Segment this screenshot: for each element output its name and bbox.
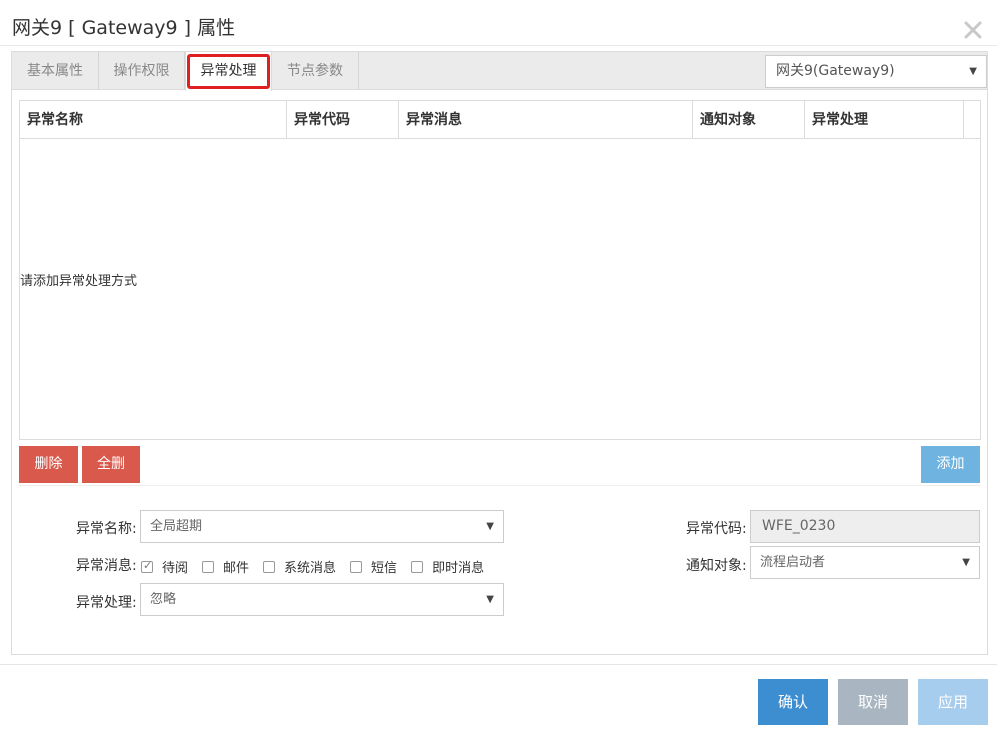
caret-down-icon: ▼ (969, 66, 977, 77)
exception-message-options: 待阅 邮件 系统消息 短信 即时消息 (141, 557, 498, 576)
exception-name-label: 异常名称: (76, 521, 137, 537)
checkbox-label: 待阅 (162, 561, 189, 576)
exception-code-label: 异常代码: (686, 521, 747, 537)
checkbox-instant-message[interactable] (411, 560, 424, 573)
apply-button[interactable]: 应用 (918, 679, 988, 725)
column-header-exception-name[interactable]: 异常名称 (20, 101, 287, 139)
tab-basic-properties[interactable]: 基本属性 (12, 52, 99, 90)
checkbox-pending-read[interactable] (141, 559, 153, 573)
column-header-notify-target[interactable]: 通知对象 (693, 101, 805, 139)
confirm-button[interactable]: 确认 (758, 679, 828, 725)
exception-grid: 异常名称 异常代码 异常消息 通知对象 异常处理 请添加异常处理方式 (19, 100, 981, 440)
column-header-exception-message[interactable]: 异常消息 (399, 101, 693, 139)
tab-operation-permissions[interactable]: 操作权限 (99, 52, 185, 90)
caret-down-icon: ▼ (962, 557, 970, 568)
exception-name-value: 全局超期 (150, 519, 203, 534)
column-header-exception-handling[interactable]: 异常处理 (805, 101, 964, 139)
checkbox-label: 邮件 (223, 561, 250, 576)
column-header-exception-code[interactable]: 异常代码 (287, 101, 399, 139)
tab-exception-handling[interactable]: 异常处理 (185, 52, 272, 91)
exception-name-select[interactable]: 全局超期 ▼ (140, 510, 504, 543)
add-button[interactable]: 添加 (921, 446, 980, 483)
grid-header: 异常名称 异常代码 异常消息 通知对象 异常处理 (20, 101, 980, 139)
checkbox-label: 即时消息 (432, 561, 485, 576)
exception-handling-value: 忽略 (150, 592, 177, 607)
checkbox-label: 系统消息 (284, 561, 337, 576)
checkbox-label: 短信 (371, 561, 398, 576)
grid-empty-message: 请添加异常处理方式 (20, 274, 138, 289)
checkbox-sms[interactable] (350, 560, 363, 573)
notify-target-select[interactable]: 流程启动者 ▼ (750, 546, 980, 579)
exception-handling-select[interactable]: 忽略 ▼ (140, 583, 504, 616)
dialog-title: 网关9 [ Gateway9 ] 属性 (12, 17, 236, 39)
dialog-title-bar: 网关9 [ Gateway9 ] 属性 (0, 0, 997, 46)
section-divider (19, 485, 981, 486)
delete-all-button[interactable]: 全删 (82, 446, 140, 483)
notify-target-value: 流程启动者 (760, 555, 826, 570)
checkbox-email[interactable] (202, 560, 215, 573)
exception-message-label: 异常消息: (76, 558, 137, 574)
caret-down-icon: ▼ (486, 521, 494, 532)
exception-code-field: WFE_0230 (750, 510, 980, 543)
notify-target-label: 通知对象: (686, 558, 747, 574)
exception-handling-label: 异常处理: (76, 595, 137, 611)
node-select[interactable]: 网关9(Gateway9) ▼ (765, 55, 987, 88)
node-select-value: 网关9(Gateway9) (776, 63, 895, 79)
cancel-button[interactable]: 取消 (838, 679, 908, 725)
properties-panel: 基本属性 操作权限 异常处理 节点参数 网关9(Gateway9) ▼ 异常名称… (11, 51, 988, 655)
caret-down-icon: ▼ (486, 594, 494, 605)
checkbox-system-message[interactable] (263, 560, 276, 573)
tab-strip: 基本属性 操作权限 异常处理 节点参数 网关9(Gateway9) ▼ (12, 52, 987, 91)
tab-node-parameters[interactable]: 节点参数 (272, 52, 359, 90)
close-icon[interactable] (962, 19, 984, 41)
tab-exception-handling-label: 异常处理 (200, 63, 257, 79)
delete-button[interactable]: 删除 (19, 446, 78, 483)
